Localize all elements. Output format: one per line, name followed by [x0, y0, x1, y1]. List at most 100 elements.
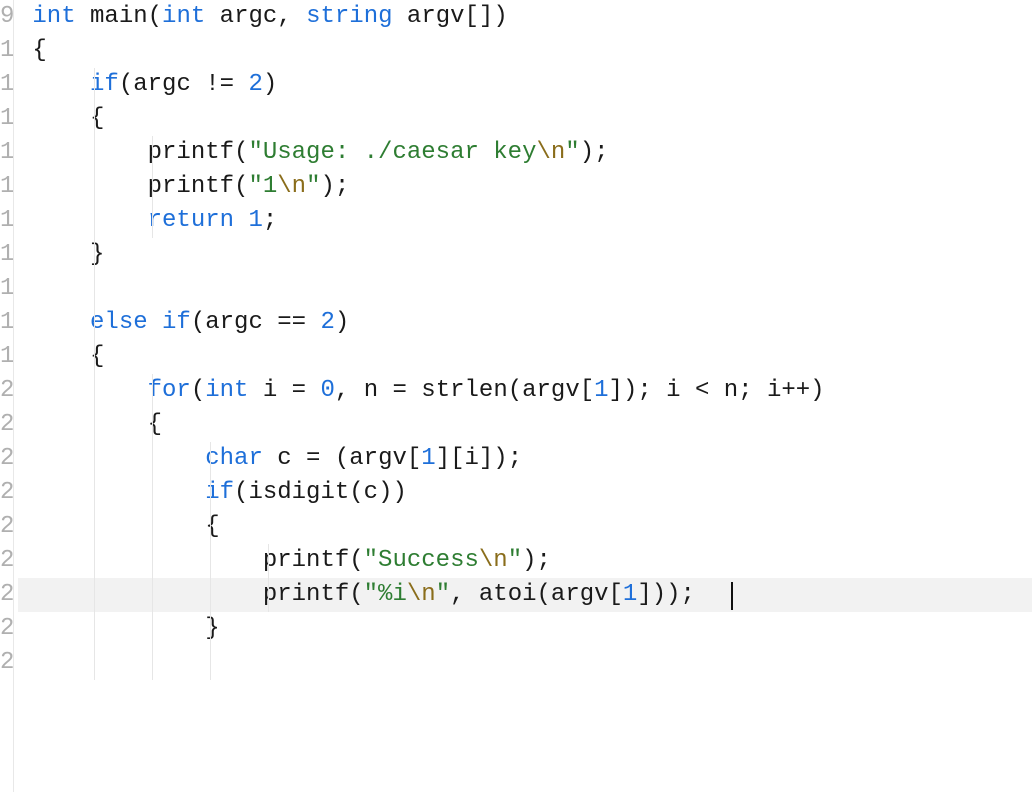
code-token: { [18, 513, 220, 540]
code-line[interactable]: { [18, 34, 1032, 68]
line-number: 22 [0, 442, 13, 476]
line-number: 18 [0, 306, 13, 340]
code-token: printf( [18, 581, 364, 608]
code-line[interactable]: char c = (argv[1][i]); [18, 442, 1032, 476]
code-token: " [306, 173, 320, 200]
code-line[interactable]: return 1; [18, 204, 1032, 238]
code-token: (argc != [119, 71, 249, 98]
code-line[interactable]: { [18, 510, 1032, 544]
code-line[interactable]: printf("%i\n", atoi(argv[1])); [18, 578, 1032, 612]
code-token: " [565, 139, 579, 166]
code-token: if [162, 309, 191, 336]
code-token: "Success [364, 547, 479, 574]
indent-guide [152, 578, 153, 612]
code-token: ); [580, 139, 609, 166]
indent-guide [94, 272, 95, 306]
code-token: ( [191, 377, 205, 404]
line-number: 12 [0, 102, 13, 136]
indent-guide [152, 476, 153, 510]
code-token: printf( [18, 139, 248, 166]
code-token: char [205, 445, 263, 472]
code-token: 1 [623, 581, 637, 608]
line-number: 15 [0, 204, 13, 238]
code-token: ); [320, 173, 349, 200]
line-number: 16 [0, 238, 13, 272]
code-line[interactable]: printf("Success\n"); [18, 544, 1032, 578]
code-line[interactable]: } [18, 612, 1032, 646]
line-number: 14 [0, 170, 13, 204]
code-token: } [18, 241, 104, 268]
indent-guide [94, 442, 95, 476]
code-token: ]); i < n; i++) [609, 377, 825, 404]
code-token: int [162, 3, 205, 30]
indent-guide [94, 136, 95, 170]
code-line[interactable]: int main(int argc, string argv[]) [18, 0, 1032, 34]
code-line[interactable]: printf("1\n"); [18, 170, 1032, 204]
indent-guide [152, 646, 153, 680]
code-line[interactable]: for(int i = 0, n = strlen(argv[1]); i < … [18, 374, 1032, 408]
indent-guide [152, 408, 153, 442]
code-token: int [32, 3, 75, 30]
code-token: else [90, 309, 148, 336]
code-token: main( [76, 3, 162, 30]
code-token: \n [407, 581, 436, 608]
code-line[interactable]: if(argc != 2) [18, 68, 1032, 102]
code-token [18, 3, 32, 30]
code-line[interactable] [18, 646, 1032, 680]
code-line[interactable] [18, 272, 1032, 306]
code-line[interactable]: { [18, 408, 1032, 442]
line-number: 21 [0, 408, 13, 442]
text-cursor [731, 582, 733, 610]
indent-guide [210, 612, 211, 646]
indent-guide [210, 646, 211, 680]
code-token: \n [277, 173, 306, 200]
indent-guide [94, 578, 95, 612]
indent-guide [94, 102, 95, 136]
code-line[interactable]: else if(argc == 2) [18, 306, 1032, 340]
line-number: 20 [0, 374, 13, 408]
indent-guide [94, 238, 95, 272]
code-token [18, 649, 32, 676]
code-token: , n = strlen(argv[ [335, 377, 594, 404]
code-token: ) [263, 71, 277, 98]
code-token: { [18, 105, 104, 132]
code-token: i = [248, 377, 320, 404]
indent-guide [94, 510, 95, 544]
line-number: 19 [0, 340, 13, 374]
code-token: argv[]) [393, 3, 508, 30]
indent-guide [210, 578, 211, 612]
line-number-gutter: 910111213141516171819202122232425262728 [0, 0, 14, 792]
line-number: 23 [0, 476, 13, 510]
indent-guide [210, 476, 211, 510]
code-token [18, 377, 148, 404]
code-line[interactable]: printf("Usage: ./caesar key\n"); [18, 136, 1032, 170]
indent-guide [210, 442, 211, 476]
indent-guide [94, 646, 95, 680]
code-token: , atoi(argv[ [450, 581, 623, 608]
code-token: string [306, 3, 392, 30]
indent-guide [152, 170, 153, 204]
indent-guide [152, 544, 153, 578]
indent-guide [94, 204, 95, 238]
indent-guide [268, 544, 269, 578]
line-number: 10 [0, 34, 13, 68]
code-line[interactable]: if(isdigit(c)) [18, 476, 1032, 510]
code-line[interactable]: { [18, 340, 1032, 374]
code-editor-area[interactable]: int main(int argc, string argv[]) { if(a… [14, 0, 1032, 792]
code-token: "1 [248, 173, 277, 200]
code-token: 1 [248, 207, 262, 234]
code-token [234, 207, 248, 234]
code-token: (isdigit(c)) [234, 479, 407, 506]
code-token: "Usage: ./caesar key [248, 139, 536, 166]
code-token: 1 [594, 377, 608, 404]
indent-guide [210, 544, 211, 578]
code-line[interactable]: } [18, 238, 1032, 272]
code-line[interactable]: { [18, 102, 1032, 136]
code-token [148, 309, 162, 336]
code-token [18, 207, 148, 234]
line-number: 28 [0, 646, 13, 680]
line-number: 25 [0, 544, 13, 578]
code-token: ][i]); [436, 445, 522, 472]
code-token: } [18, 615, 220, 642]
indent-guide [152, 442, 153, 476]
